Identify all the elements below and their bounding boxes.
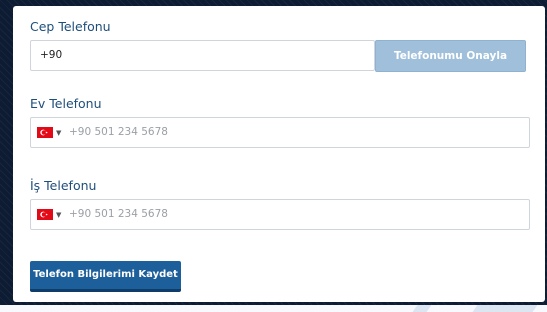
work-phone-label: İş Telefonu (30, 178, 97, 193)
turkey-flag-icon[interactable] (37, 209, 53, 220)
home-phone-input[interactable]: ▼ +90 501 234 5678 (30, 117, 530, 148)
chevron-down-icon[interactable]: ▼ (56, 127, 61, 139)
work-phone-input[interactable]: ▼ +90 501 234 5678 (30, 199, 530, 230)
save-phone-info-button[interactable]: Telefon Bilgilerimi Kaydet (30, 261, 181, 292)
decorative-stripe (472, 305, 538, 312)
turkey-flag-icon[interactable] (37, 127, 53, 138)
home-phone-label: Ev Telefonu (30, 96, 102, 111)
mobile-phone-label: Cep Telefonu (30, 19, 111, 34)
work-phone-placeholder: +90 501 234 5678 (69, 208, 168, 220)
home-phone-placeholder: +90 501 234 5678 (69, 126, 168, 138)
mobile-phone-input[interactable]: +90 (30, 40, 375, 71)
mobile-phone-value: +90 (40, 49, 63, 61)
verify-phone-button[interactable]: Telefonumu Onayla (375, 40, 526, 72)
chevron-down-icon[interactable]: ▼ (56, 209, 61, 221)
bottom-stripe (0, 305, 547, 312)
